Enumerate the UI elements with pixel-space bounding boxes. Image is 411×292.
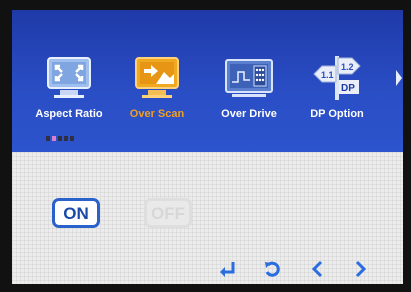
- back-icon[interactable]: [262, 259, 282, 279]
- page-dot: [58, 136, 62, 141]
- dp-option-icon: 1.1 1.2 DP: [310, 54, 364, 102]
- osd-menu-bar: Aspect Ratio Over Scan Over Drive 1.1 1.…: [12, 10, 403, 152]
- over-scan-icon: [130, 54, 184, 102]
- page-dot: [46, 136, 50, 141]
- dp-sign-bottom-text: DP: [341, 83, 355, 94]
- over-drive-icon: [222, 54, 276, 102]
- on-option-button[interactable]: ON: [52, 198, 100, 228]
- menu-label-dp-option: DP Option: [310, 108, 364, 120]
- right-arrow-icon[interactable]: [350, 259, 370, 279]
- left-arrow-icon[interactable]: [308, 259, 328, 279]
- menu-label-aspect-ratio: Aspect Ratio: [35, 108, 103, 120]
- off-option-button[interactable]: OFF: [144, 198, 192, 228]
- dp-sign-left-text: 1.1: [321, 70, 334, 80]
- menu-label-over-scan: Over Scan: [129, 108, 185, 120]
- dp-sign-right-text: 1.2: [341, 62, 354, 72]
- option-panel: ON OFF: [12, 152, 403, 284]
- more-items-arrow-icon[interactable]: [395, 68, 403, 88]
- page-dot: [70, 136, 74, 141]
- aspect-ratio-icon: [42, 54, 96, 102]
- page-dot-active: [52, 136, 56, 141]
- osd-screen: Aspect Ratio Over Scan Over Drive 1.1 1.…: [12, 10, 403, 284]
- enter-icon[interactable]: [218, 259, 238, 279]
- menu-label-over-drive: Over Drive: [221, 108, 277, 120]
- page-dot: [64, 136, 68, 141]
